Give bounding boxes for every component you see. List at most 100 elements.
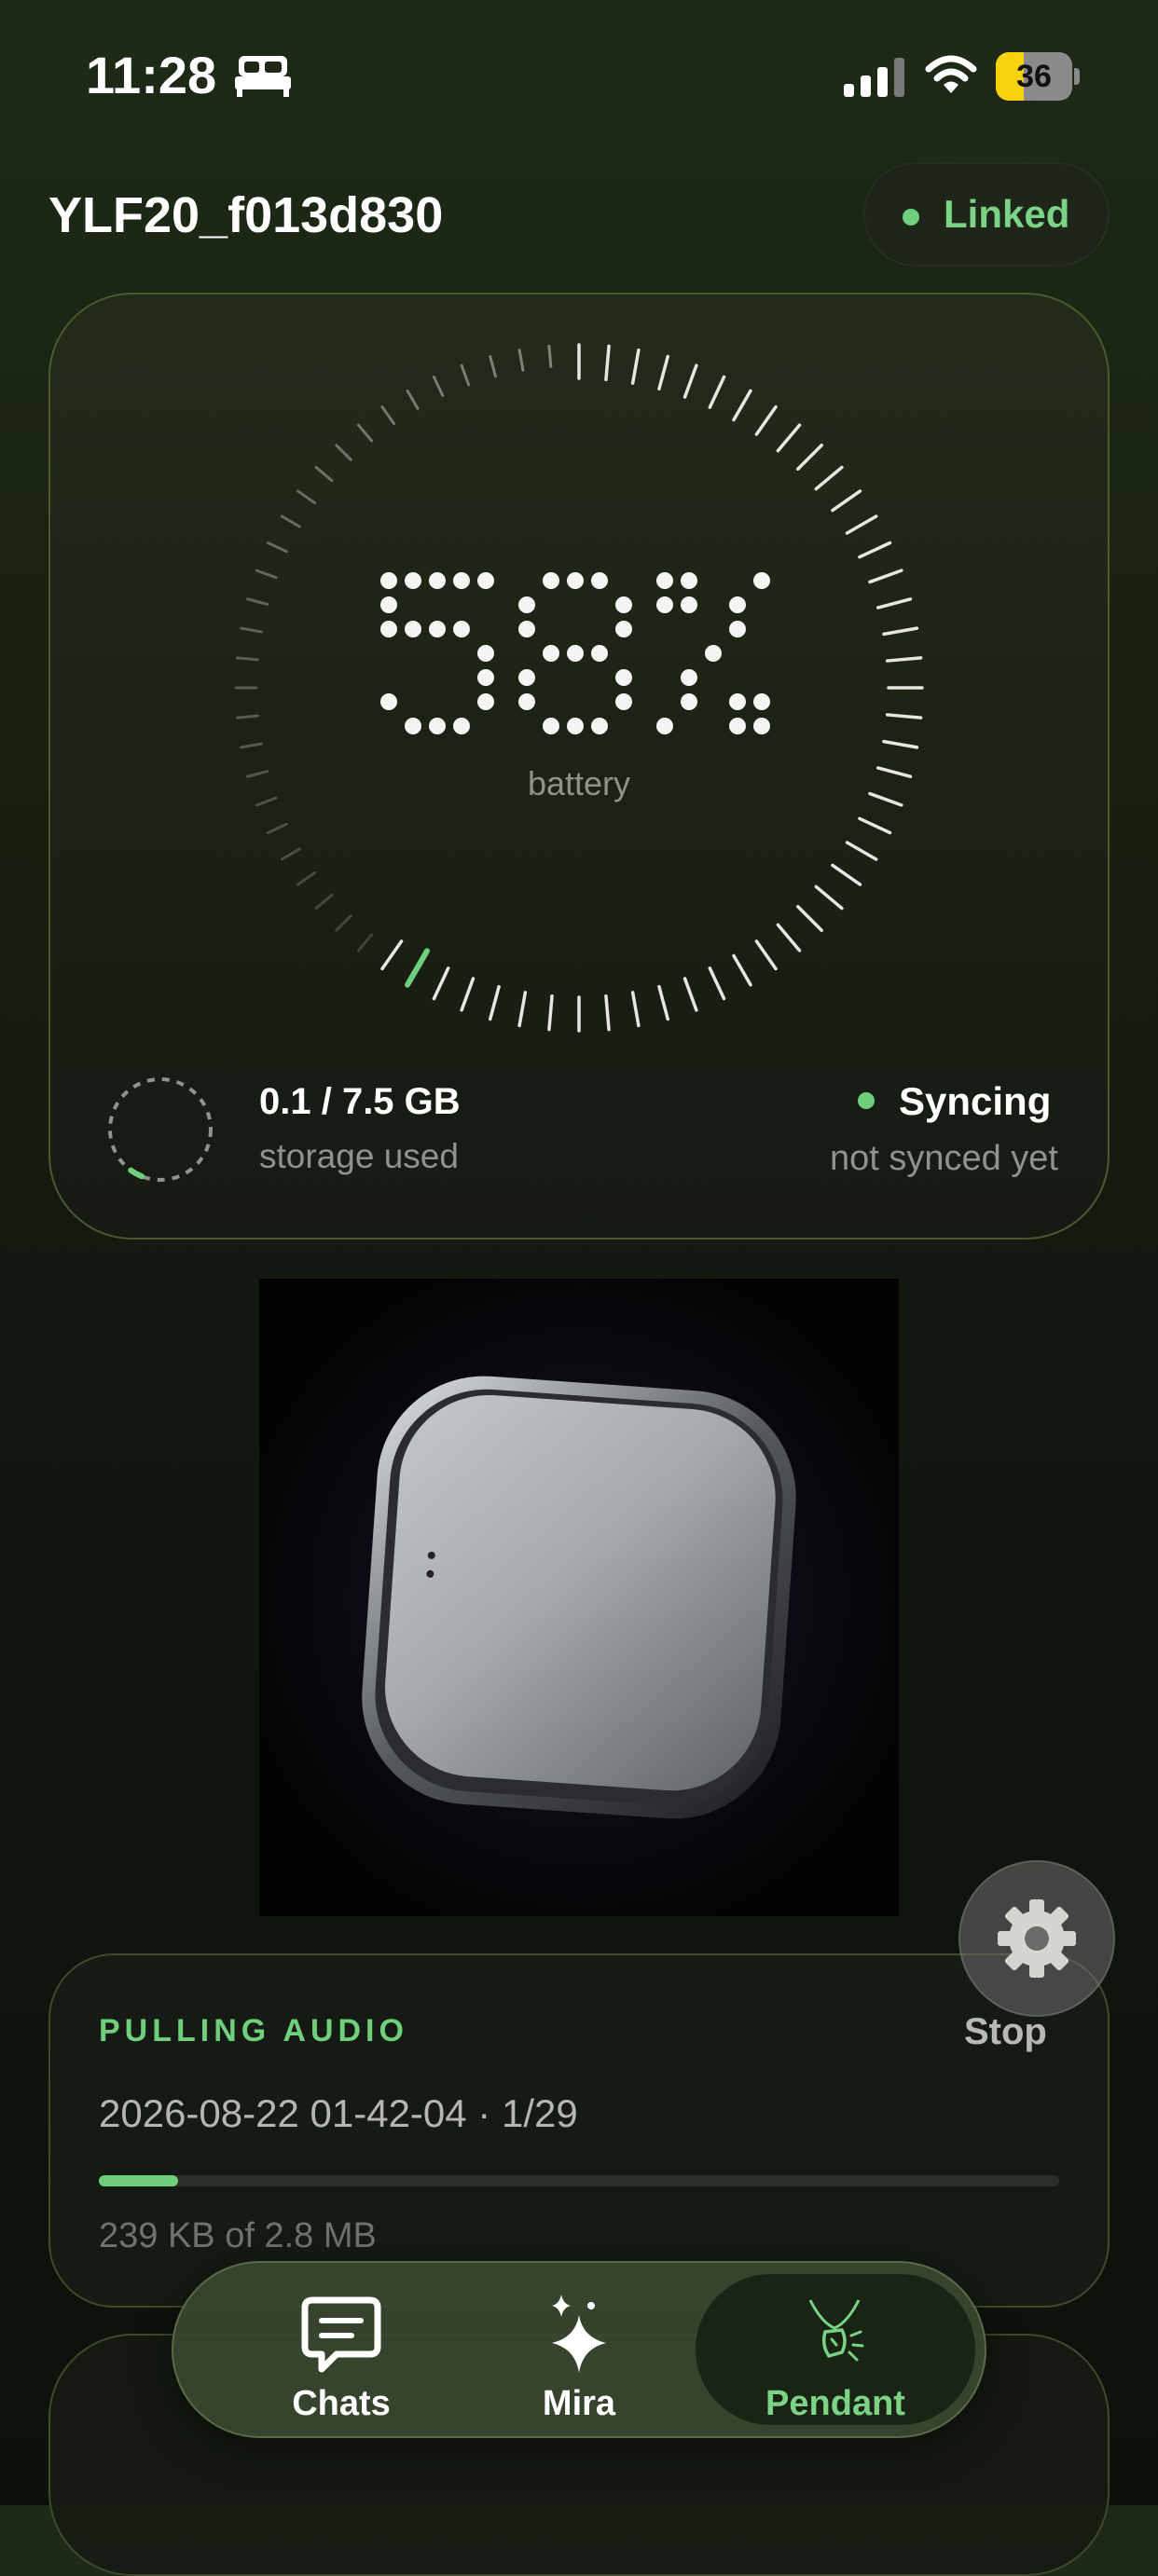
- battery-digit-dot: [543, 572, 559, 589]
- dial-tick: [885, 656, 923, 663]
- battery-digit-dot: [729, 596, 746, 613]
- dial-tick: [335, 444, 352, 461]
- battery-digit-dot: [615, 669, 632, 686]
- pendant-icon: [808, 2299, 864, 2362]
- battery-digit-dot: [681, 572, 697, 589]
- dial-tick: [296, 870, 317, 886]
- battery-digit-dot: [405, 572, 421, 589]
- dial-tick: [246, 597, 269, 606]
- battery-digit-dot: [477, 645, 494, 662]
- dial-tick: [517, 991, 528, 1028]
- dial-tick: [868, 791, 903, 807]
- dial-tick: [235, 714, 259, 719]
- battery-digit-dot: [429, 621, 446, 637]
- tab-label-mira: Mira: [542, 2384, 616, 2423]
- tab-chats[interactable]: Chats: [248, 2263, 434, 2436]
- battery-digit-dot: [615, 693, 632, 710]
- battery-digit-dot: [477, 669, 494, 686]
- storage-caption: storage used: [259, 1137, 459, 1175]
- battery-digit-dot: [753, 572, 770, 589]
- dial-tick: [682, 977, 698, 1012]
- battery-digit-dot: [380, 621, 397, 637]
- battery-digit-dot: [453, 621, 470, 637]
- dial-tick: [814, 884, 844, 911]
- dial-tick: [776, 923, 802, 952]
- dial-tick: [517, 349, 525, 372]
- tab-mira[interactable]: Mira: [500, 2263, 658, 2436]
- dial-tick: [460, 977, 476, 1012]
- tab-label-chats: Chats: [292, 2384, 391, 2423]
- dial-tick: [296, 489, 317, 505]
- dial-tick: [875, 597, 913, 610]
- tab-label-pendant: Pendant: [765, 2384, 905, 2423]
- battery-digit-dot: [567, 645, 584, 662]
- dial-tick: [246, 770, 269, 778]
- battery-digit-dot: [543, 645, 559, 662]
- dial-tick: [406, 389, 420, 410]
- settings-button[interactable]: [958, 1860, 1115, 2017]
- dial-tick: [604, 993, 611, 1032]
- audio-size-label: 239 KB of 2.8 MB: [99, 2216, 377, 2255]
- audio-transfer-title: PULLING AUDIO: [99, 2013, 408, 2048]
- dial-tick: [814, 465, 844, 491]
- dial-tick: [732, 389, 752, 422]
- battery-digit-dot: [429, 572, 446, 589]
- battery-digit-dot: [453, 718, 470, 734]
- battery-digit-dot: [591, 718, 608, 734]
- storage-ring: [108, 1077, 213, 1182]
- dial-tick: [266, 541, 288, 554]
- dial-tick: [754, 404, 778, 436]
- battery-digit-dot: [405, 621, 421, 637]
- dial-tick: [235, 656, 259, 662]
- dial-tick: [356, 423, 374, 443]
- dial-tick: [240, 742, 263, 749]
- battery-digit-dot: [591, 572, 608, 589]
- stop-button[interactable]: Stop: [964, 2011, 1047, 2053]
- battery-digit-dot: [705, 645, 722, 662]
- dial-tick: [489, 984, 501, 1021]
- sync-caption: not synced yet: [829, 1139, 1058, 1178]
- dial-tick: [732, 953, 752, 987]
- dial-tick: [314, 893, 334, 911]
- dial-tick: [280, 847, 301, 861]
- audio-file-label: 2026-08-22 01-42-04 · 1/29: [99, 2091, 578, 2135]
- battery-digit-dot: [753, 693, 770, 710]
- dial-tick: [255, 569, 278, 580]
- dial-tick: [240, 626, 263, 634]
- battery-digit-dot: [656, 596, 673, 613]
- battery-digit-dot: [477, 572, 494, 589]
- audio-progress-bar: [99, 2175, 1059, 2186]
- dial-tick: [708, 966, 726, 1001]
- dial-tick: [845, 841, 878, 861]
- battery-digit-dot: [477, 693, 494, 710]
- dial-tick: [868, 569, 903, 584]
- dial-tick: [630, 991, 641, 1028]
- storage-used-arc: [128, 1167, 145, 1180]
- dial-tick: [630, 348, 641, 385]
- battery-digit-dot: [729, 621, 746, 637]
- dial-tick: [796, 444, 823, 471]
- battery-level-marker: [405, 948, 430, 988]
- dial-tick: [432, 375, 445, 397]
- dial-tick: [845, 514, 878, 535]
- battery-percentage: [380, 572, 770, 734]
- tab-bar: Chats Mira Pendant: [172, 2261, 986, 2438]
- battery-digit-dot: [518, 669, 535, 686]
- dial-tick: [314, 465, 334, 483]
- tab-pendant[interactable]: Pendant: [696, 2274, 975, 2425]
- dial-tick: [380, 939, 404, 971]
- sparkles-icon: [552, 2295, 606, 2373]
- dial-tick: [796, 905, 823, 932]
- battery-digit-dot: [729, 693, 746, 710]
- battery-digit-dot: [405, 718, 421, 734]
- dial-tick: [280, 514, 301, 528]
- dial-tick: [380, 405, 396, 426]
- battery-digit-dot: [656, 718, 673, 734]
- battery-digit-dot: [453, 572, 470, 589]
- battery-digit-dot: [591, 645, 608, 662]
- dial-tick: [266, 822, 288, 835]
- dial-tick: [255, 796, 278, 807]
- battery-digit-dot: [615, 621, 632, 637]
- dial-tick: [547, 344, 553, 368]
- pendant-device-image: [259, 1279, 899, 1916]
